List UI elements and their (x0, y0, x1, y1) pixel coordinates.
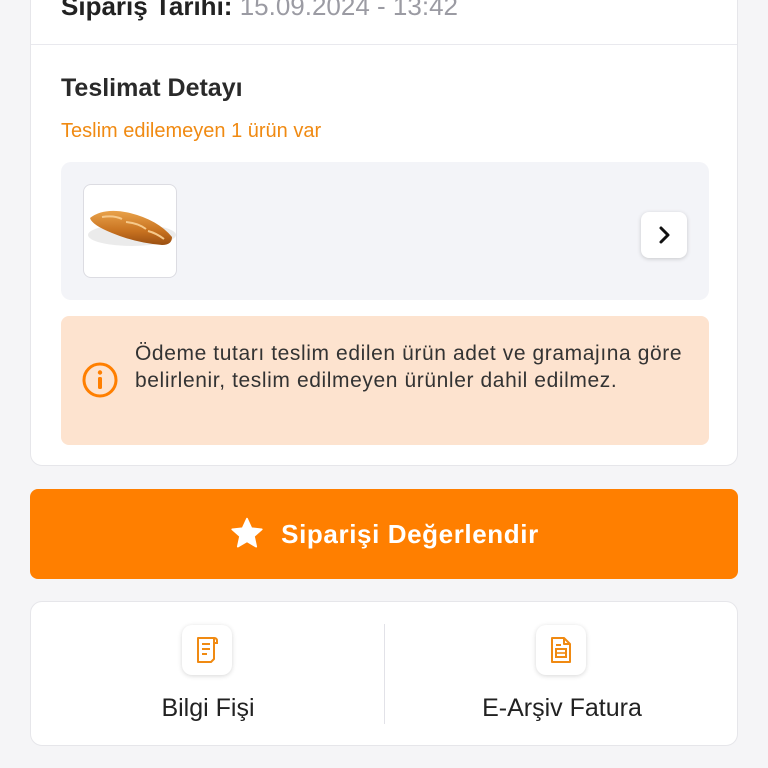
e-archive-invoice-button[interactable]: E-Arşiv Fatura (385, 602, 739, 747)
order-date-row: Sipariş Tarihi: 15.09.2024 - 13:42 (61, 0, 458, 22)
e-archive-invoice-label: E-Arşiv Fatura (482, 694, 642, 722)
receipt-icon (197, 637, 218, 663)
order-date-label: Sipariş Tarihi: (61, 0, 233, 21)
product-detail-button[interactable] (641, 212, 687, 258)
info-receipt-label: Bilgi Fişi (161, 694, 255, 722)
info-icon (82, 362, 118, 398)
receipt-icon-box (182, 625, 232, 675)
payment-info-text: Ödeme tutarı teslim edilen ürün adet ve … (135, 342, 683, 392)
rate-order-button[interactable]: Siparişi Değerlendir (30, 489, 738, 579)
order-date-value: 15.09.2024 - 13:42 (239, 0, 458, 21)
rate-order-label: Siparişi Değerlendir (281, 518, 539, 549)
documents-card: Bilgi Fişi E-Arşiv Fatura (30, 601, 738, 746)
undelivered-items-notice: Teslim edilemeyen 1 ürün var (61, 120, 322, 142)
star-icon (231, 517, 263, 548)
invoice-icon (551, 637, 571, 663)
product-thumbnail (83, 184, 177, 278)
order-details-card: Sipariş Tarihi: 15.09.2024 - 13:42 Tesli… (30, 0, 738, 466)
delivery-detail-title: Teslimat Detayı (61, 74, 243, 102)
chevron-right-icon (659, 226, 670, 244)
bread-loaf-image (88, 210, 176, 246)
payment-info-box: Ödeme tutarı teslim edilen ürün adet ve … (61, 316, 709, 445)
section-divider (31, 44, 737, 45)
invoice-icon-box (536, 625, 586, 675)
undelivered-product-row[interactable] (61, 162, 709, 300)
info-receipt-button[interactable]: Bilgi Fişi (31, 602, 385, 747)
